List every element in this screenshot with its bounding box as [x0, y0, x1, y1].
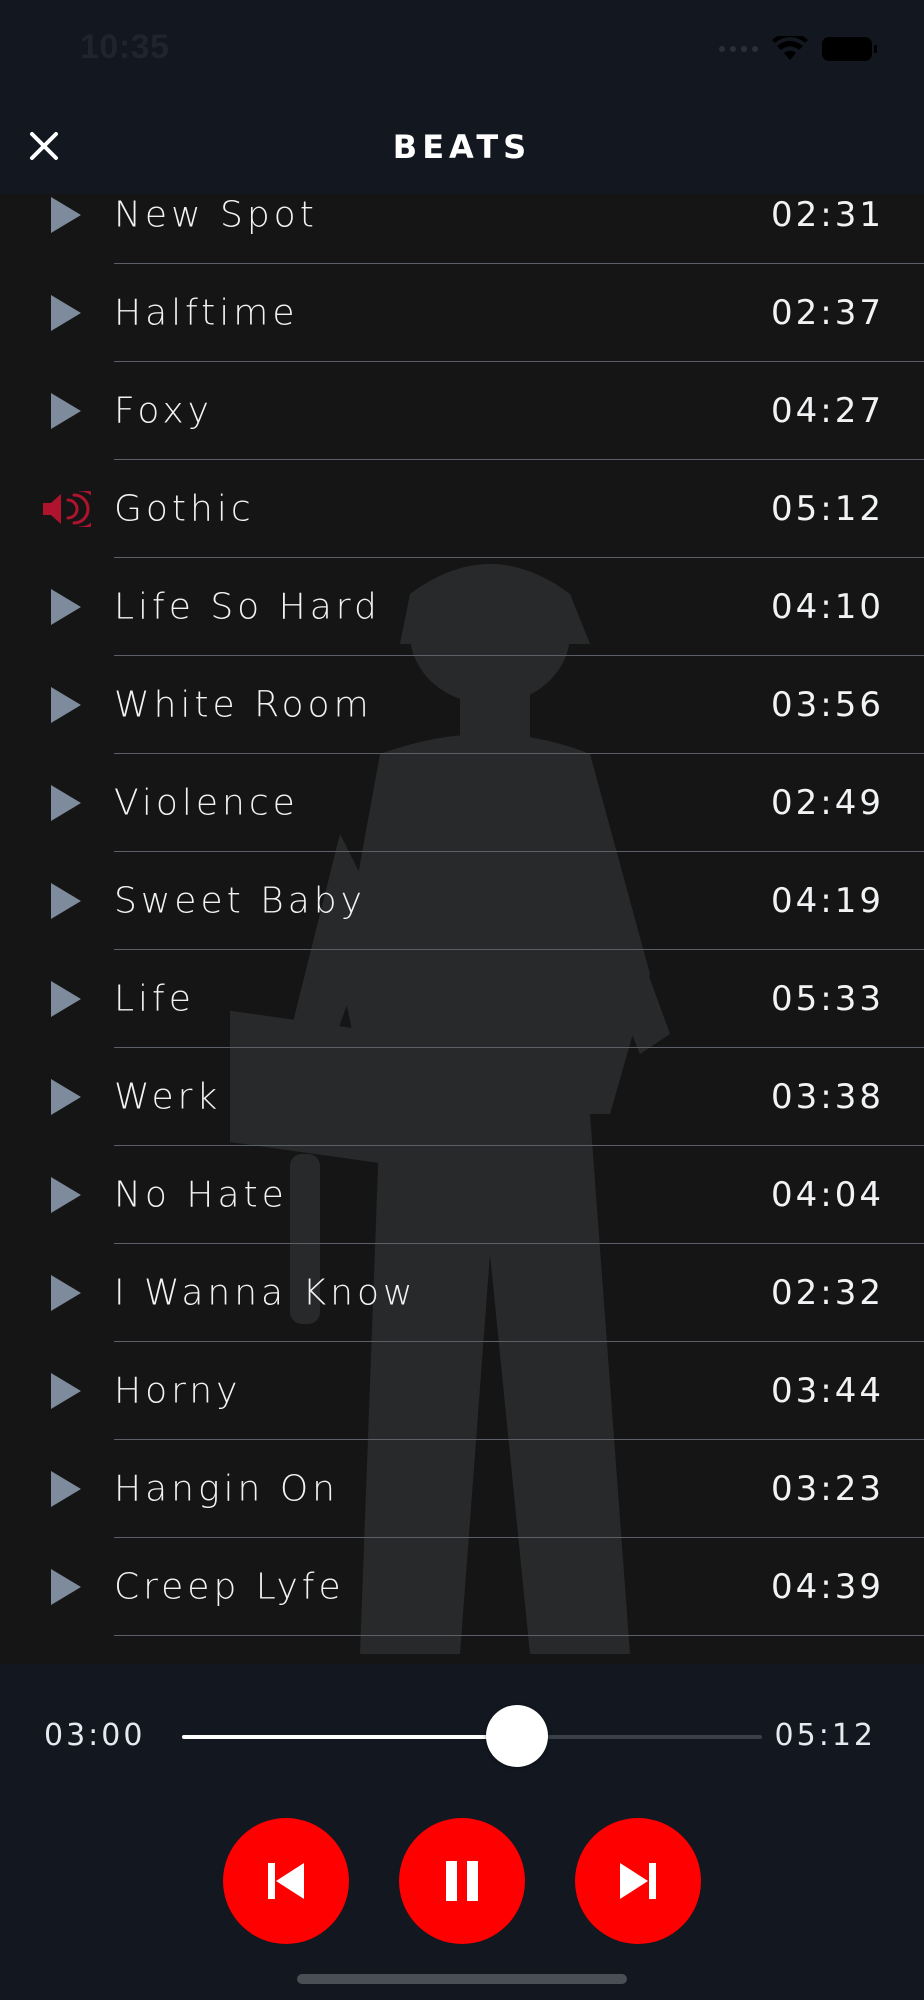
status-time: 10:35	[80, 28, 170, 66]
play-icon[interactable]	[36, 1465, 96, 1513]
track-duration: 02:31	[771, 195, 884, 235]
track-name: Horny	[114, 1370, 242, 1412]
track-name: Werk	[114, 1076, 222, 1118]
track-duration: 04:39	[771, 1567, 884, 1607]
pause-button[interactable]	[399, 1818, 525, 1944]
wifi-icon	[772, 36, 808, 60]
play-icon[interactable]	[36, 194, 96, 239]
track-duration: 03:38	[771, 1077, 884, 1117]
track-row[interactable]: Life So Hard 04:10	[0, 558, 924, 656]
track-duration: 02:49	[771, 783, 884, 823]
play-icon[interactable]	[36, 1269, 96, 1317]
play-icon[interactable]	[36, 583, 96, 631]
track-name: Life So Hard	[114, 586, 381, 628]
track-name: Violence	[114, 782, 299, 824]
track-duration: 03:56	[771, 685, 884, 725]
track-name: New Spot	[114, 194, 318, 236]
track-duration: 03:23	[771, 1469, 884, 1509]
next-button[interactable]	[575, 1818, 701, 1944]
home-indicator	[297, 1974, 627, 1984]
track-row[interactable]: Gothic 05:12	[0, 460, 924, 558]
speaker-icon[interactable]	[36, 485, 96, 533]
track-name: No Hate	[114, 1174, 288, 1216]
track-row[interactable]: Creep Lyfe 04:39	[0, 1538, 924, 1636]
progress-thumb[interactable]	[485, 1705, 548, 1767]
track-row[interactable]: Foxy 04:27	[0, 362, 924, 460]
playback-controls	[0, 1818, 924, 1944]
track-row[interactable]: White Room 03:56	[0, 656, 924, 754]
elapsed-time: 03:00	[44, 1718, 146, 1753]
play-icon[interactable]	[36, 779, 96, 827]
play-icon[interactable]	[36, 289, 96, 337]
signal-icon	[719, 46, 758, 52]
play-icon[interactable]	[36, 877, 96, 925]
track-duration: 05:12	[771, 489, 884, 529]
progress-fill	[182, 1735, 517, 1739]
track-name: White Room	[114, 684, 373, 726]
track-duration: 04:10	[771, 587, 884, 627]
play-icon[interactable]	[36, 387, 96, 435]
track-row[interactable]: New Spot 02:31	[0, 194, 924, 264]
track-row[interactable]: Halftime 02:37	[0, 264, 924, 362]
header: BEATS	[0, 100, 924, 194]
progress-slider[interactable]	[182, 1705, 762, 1767]
track-duration: 02:37	[771, 293, 884, 333]
track-name: Life	[114, 978, 195, 1020]
total-time: 05:12	[774, 1718, 876, 1753]
track-duration: 04:19	[771, 881, 884, 921]
status-bar: 10:35	[0, 0, 924, 100]
track-name: Halftime	[114, 292, 299, 334]
track-row[interactable]: Werk 03:38	[0, 1048, 924, 1146]
track-duration: 03:44	[771, 1371, 884, 1411]
status-icons	[719, 34, 877, 64]
track-duration: 04:04	[771, 1175, 884, 1215]
track-duration: 05:33	[771, 979, 884, 1019]
track-name: I Wanna Know	[114, 1272, 417, 1314]
page-title: BEATS	[392, 128, 532, 166]
play-icon[interactable]	[36, 1073, 96, 1121]
battery-icon	[822, 37, 877, 61]
track-row[interactable]: Hangin On 03:23	[0, 1440, 924, 1538]
play-icon[interactable]	[36, 1367, 96, 1415]
row-divider	[114, 1635, 924, 1636]
track-name: Gothic	[114, 488, 255, 530]
track-duration: 04:27	[771, 391, 884, 431]
track-row[interactable]: Sweet Baby 04:19	[0, 852, 924, 950]
track-duration: 02:32	[771, 1273, 884, 1313]
track-row[interactable]: No Hate 04:04	[0, 1146, 924, 1244]
track-row[interactable]: Life 05:33	[0, 950, 924, 1048]
previous-button[interactable]	[223, 1818, 349, 1944]
play-icon[interactable]	[36, 1563, 96, 1611]
skip-next-icon	[620, 1863, 656, 1899]
play-icon[interactable]	[36, 681, 96, 729]
pause-icon	[446, 1861, 478, 1901]
track-row[interactable]: I Wanna Know 02:32	[0, 1244, 924, 1342]
track-name: Creep Lyfe	[114, 1566, 345, 1608]
skip-previous-icon	[268, 1863, 304, 1899]
track-name: Sweet Baby	[114, 880, 366, 922]
now-playing-bar: 03:00 05:12	[0, 1664, 924, 2000]
track-name: Foxy	[114, 390, 213, 432]
track-row[interactable]: Horny 03:44	[0, 1342, 924, 1440]
track-row[interactable]: Violence 02:49	[0, 754, 924, 852]
play-icon[interactable]	[36, 975, 96, 1023]
track-list[interactable]: New Spot 02:31 Halftime 02:37 Foxy 04:27 Gothi…	[0, 194, 924, 1664]
play-icon[interactable]	[36, 1171, 96, 1219]
track-name: Hangin On	[114, 1468, 339, 1510]
